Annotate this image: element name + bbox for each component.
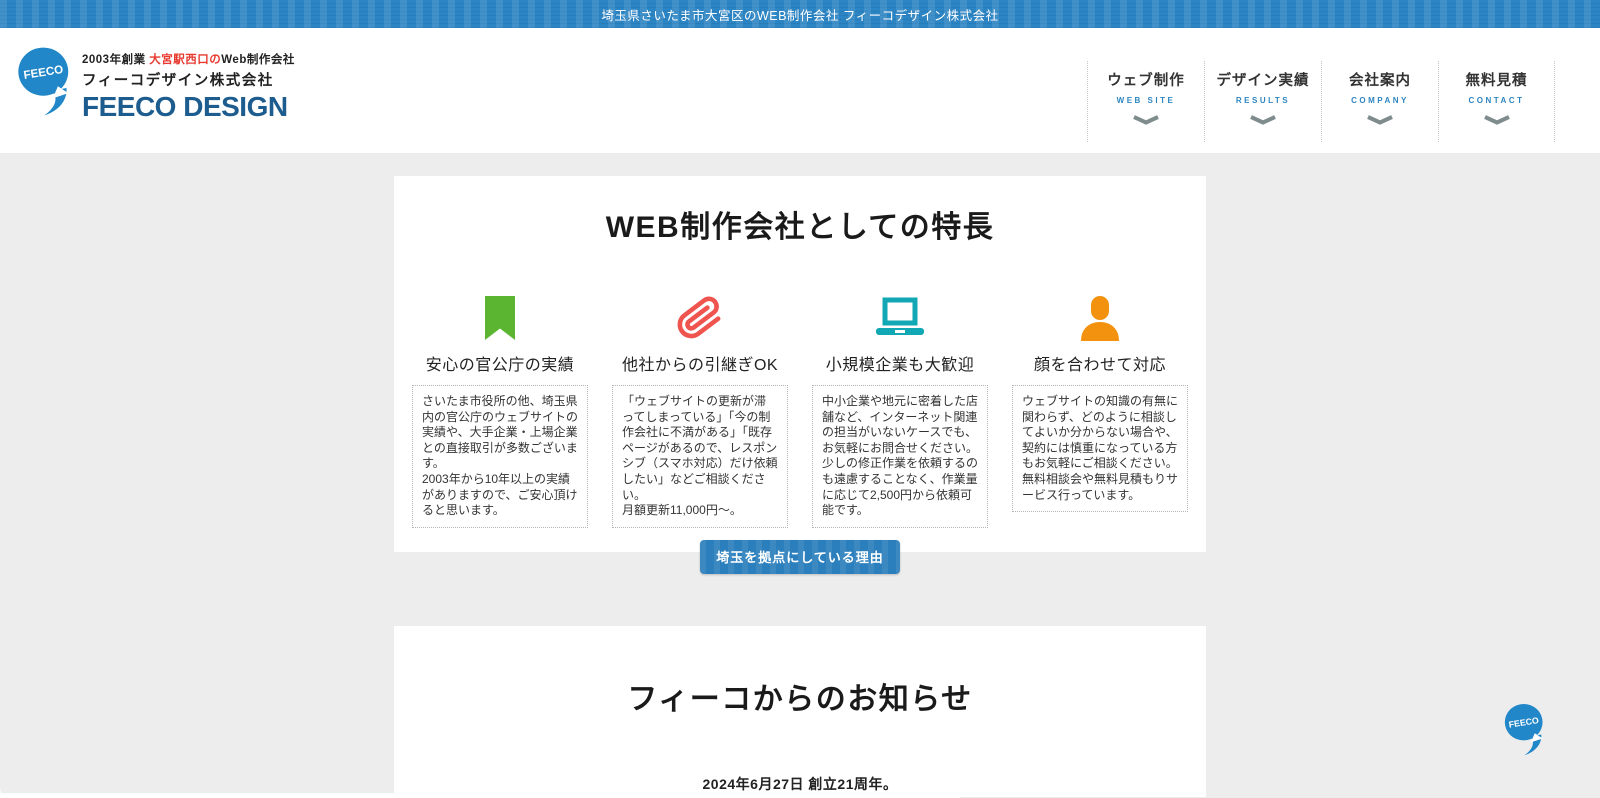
nav-item-company[interactable]: 会社案内 COMPANY — [1321, 61, 1438, 142]
features-section: WEB制作会社としての特長 安心の官公庁の実績 さいたま市役所の他、埼玉県内の官… — [394, 176, 1206, 552]
topbar-text: 埼玉県さいたま市大宮区のWEB制作会社 フィーコデザイン株式会社 — [601, 8, 999, 23]
news-entry: 2024年6月27日 創立21周年。 — [702, 775, 898, 792]
person-icon — [1012, 294, 1188, 342]
chevron-down-icon — [1249, 115, 1277, 125]
nav-item-label: デザイン実績 — [1216, 73, 1310, 89]
logo-tagline-prefix: 2003年創業 — [82, 54, 150, 66]
paperclip-icon — [612, 294, 788, 342]
nav-item-sublabel: RESULTS — [1235, 96, 1291, 105]
nav-item-sublabel: WEB SITE — [1116, 96, 1176, 105]
features-title: WEB制作会社としての特長 — [605, 211, 995, 244]
chevron-down-icon — [1483, 115, 1511, 125]
window-bottom-edge — [0, 793, 960, 798]
main-content: WEB制作会社としての特長 安心の官公庁の実績 さいたま市役所の他、埼玉県内の官… — [0, 153, 1600, 798]
feature-body: ウェブサイトの知識の有無に関わらず、どのように相談してよいか分からない場合や、契… — [1012, 385, 1188, 513]
nav-item-label: 会社案内 — [1349, 73, 1411, 89]
news-title: フィーコからのお知らせ — [627, 682, 973, 716]
feature-row: 安心の官公庁の実績 さいたま市役所の他、埼玉県内の官公庁のウェブサイトの実績や、… — [412, 294, 1188, 528]
logo-tagline: 2003年創業 大宮駅西口のWeb制作会社 — [82, 51, 295, 67]
feature-body: 中小企業や地元に密着した店舗など、インターネット関連の担当がいないケースでも、お… — [812, 385, 988, 528]
chevron-down-icon — [1366, 115, 1394, 125]
feature-col-small-business: 小規模企業も大歓迎 中小企業や地元に密着した店舗など、インターネット関連の担当が… — [812, 294, 988, 528]
feature-body: 「ウェブサイトの更新が滞ってしまっている」「今の制作会社に不満がある」「既存ペー… — [612, 385, 788, 528]
feature-col-face-to-face: 顔を合わせて対応 ウェブサイトの知識の有無に関わらず、どのように相談してよいか分… — [1012, 294, 1188, 528]
feature-col-takeover: 他社からの引継ぎOK 「ウェブサイトの更新が滞ってしまっている」「今の制作会社に… — [612, 294, 788, 528]
news-section: フィーコからのお知らせ 2024年6月27日 創立21周年。 — [394, 625, 1206, 797]
logo-tagline-suffix: Web制作会社 — [221, 54, 295, 66]
chevron-down-icon — [1132, 115, 1160, 125]
nav-item-label: ウェブ制作 — [1107, 73, 1185, 89]
feature-body: さいたま市役所の他、埼玉県内の官公庁のウェブサイトの実績や、大手企業・上場企業と… — [412, 385, 588, 528]
feature-title: 他社からの引継ぎOK — [621, 357, 779, 374]
feature-title: 小規模企業も大歓迎 — [825, 357, 975, 374]
feeco-floating-bubble-button[interactable] — [1502, 702, 1548, 758]
main-nav: ウェブ制作 WEB SITE デザイン実績 RESULTS 会社案内 COMPA… — [1087, 61, 1555, 142]
nav-item-results[interactable]: デザイン実績 RESULTS — [1204, 61, 1321, 142]
feature-col-government: 安心の官公庁の実績 さいたま市役所の他、埼玉県内の官公庁のウェブサイトの実績や、… — [412, 294, 588, 528]
page: 埼玉県さいたま市大宮区のWEB制作会社 フィーコデザイン株式会社 2003年創業… — [0, 0, 1600, 798]
laptop-icon — [812, 294, 988, 342]
feature-title: 安心の官公庁の実績 — [425, 357, 575, 374]
site-topbar: 埼玉県さいたま市大宮区のWEB制作会社 フィーコデザイン株式会社 — [0, 0, 1600, 28]
nav-item-sublabel: CONTACT — [1468, 96, 1525, 105]
nav-item-label: 無料見積 — [1465, 73, 1528, 89]
site-logo[interactable]: 2003年創業 大宮駅西口のWeb制作会社 フィーコデザイン株式会社 FEECO… — [14, 45, 295, 123]
saitama-reason-button[interactable]: 埼玉を拠点にしている理由 — [700, 540, 900, 574]
feature-title: 顔を合わせて対応 — [1033, 357, 1166, 374]
nav-item-sublabel: COMPANY — [1351, 96, 1409, 105]
nav-item-contact[interactable]: 無料見積 CONTACT — [1438, 61, 1555, 142]
site-header: 2003年創業 大宮駅西口のWeb制作会社 フィーコデザイン株式会社 FEECO… — [0, 28, 1600, 153]
nav-item-web[interactable]: ウェブ制作 WEB SITE — [1087, 61, 1204, 142]
logo-text: 2003年創業 大宮駅西口のWeb制作会社 フィーコデザイン株式会社 FEECO… — [82, 45, 295, 123]
logo-company-name: フィーコデザイン株式会社 — [82, 73, 274, 89]
feeco-bubble-icon — [14, 45, 76, 119]
logo-tagline-highlight: 大宮駅西口の — [149, 54, 222, 66]
bookmark-icon — [412, 294, 588, 342]
logo-brand: FEECO DESIGN — [82, 91, 288, 122]
